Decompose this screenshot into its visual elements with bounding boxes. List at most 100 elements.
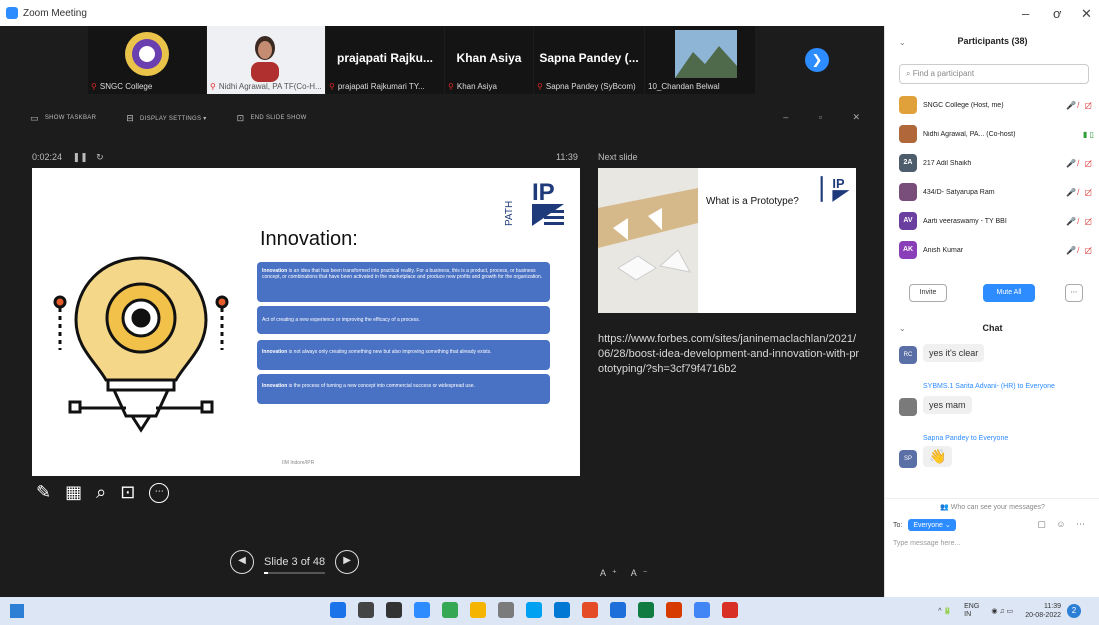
participant-row[interactable]: AK Anish Kumar 🎤̸ ▢̸ <box>899 239 1094 261</box>
mic-video-off-icon[interactable]: 🎤̸ ▢̸ <box>1066 159 1094 168</box>
participant-row[interactable]: 434/D- Satyarupa Ram 🎤̸ ▢̸ <box>899 181 1094 203</box>
definition-box: Innovation is an idea that has been tran… <box>257 262 550 302</box>
reset-timer-icon[interactable]: ↻ <box>96 152 104 162</box>
video-tile[interactable]: prajapati Rajku... ⚲ prajapati Rajkumari … <box>326 26 444 94</box>
ip-path-logo-small: IP <box>820 176 850 202</box>
recipient-dropdown[interactable]: Everyone ⌄ <box>908 519 956 531</box>
zoom-magnifier-icon[interactable]: ⌕ <box>96 482 106 503</box>
pause-timer-icon[interactable]: ❚❚ <box>73 152 88 162</box>
participant-name: Nidhi Agrawal, PA... (Co-host) <box>923 130 1016 138</box>
avatar: 2A <box>899 154 917 172</box>
taskbar-app-icon[interactable] <box>386 602 402 618</box>
taskbar-app-icon[interactable] <box>638 602 654 618</box>
next-page-button[interactable]: ❯ <box>805 48 829 72</box>
participant-row[interactable]: 2A 217 Adil Shaikh 🎤̸ ▢̸ <box>899 152 1094 174</box>
window-title: Zoom Meeting <box>23 7 87 19</box>
taskbar-clock[interactable]: 11:39 20-08-2022 <box>1025 602 1061 620</box>
windows-taskbar: ^ 🔋 ENG IN ◉ ♫ ▭ 11:39 20-08-2022 2 <box>0 597 1099 625</box>
language-indicator[interactable]: ENG IN <box>964 603 979 619</box>
participant-search-input[interactable]: ⌕ Find a participant <box>899 64 1089 84</box>
avatar <box>899 398 917 416</box>
tray-overflow-icon[interactable]: ^ 🔋 <box>938 607 952 615</box>
mute-all-button[interactable]: Mute All <box>983 284 1035 302</box>
taskbar-apps <box>330 602 750 618</box>
next-slide-preview[interactable]: What is a Prototype? IP <box>598 168 856 313</box>
presenter-toolbar: ▭ SHOW TASKBAR ⊟ DISPLAY SETTINGS ▾ ⊡ END S… <box>0 106 884 130</box>
video-tile[interactable]: ⚲ SNGC College <box>88 26 206 94</box>
mic-muted-icon: ⚲ <box>210 82 216 91</box>
see-all-slides-icon[interactable]: ▦ <box>65 482 82 503</box>
mic-video-off-icon[interactable]: 🎤̸ ▢̸ <box>1066 101 1094 110</box>
taskbar-app-icon[interactable] <box>330 602 346 618</box>
restore-button[interactable]: ơ <box>1053 6 1062 21</box>
current-slide: Innovation: Innovation is an idea that h… <box>32 168 580 476</box>
video-on-icon[interactable]: ▮ ▯ <box>1083 130 1094 139</box>
network-volume-icon[interactable]: ◉ ♫ ▭ <box>991 607 1013 615</box>
notification-icon[interactable]: 2 <box>1067 604 1081 618</box>
speaker-notes: https://www.forbes.com/sites/janinemacla… <box>598 333 860 375</box>
slide-tools: ✎ ▦ ⌕ ⊡ ⋯ <box>36 482 170 503</box>
taskbar-app-icon[interactable] <box>610 602 626 618</box>
next-slide-title: What is a Prototype? <box>706 196 799 207</box>
participant-name: SNGC College (Host, me) <box>923 101 1004 109</box>
participants-title: Participants (38) <box>957 36 1028 46</box>
chat-title: Chat <box>982 323 1003 333</box>
screen-black-icon[interactable]: ⊡ <box>120 482 135 503</box>
taskbar-app-icon[interactable] <box>414 602 430 618</box>
avatar <box>899 183 917 201</box>
mic-video-off-icon[interactable]: 🎤̸ ▢̸ <box>1066 188 1094 197</box>
widgets-icon[interactable] <box>10 604 24 618</box>
taskbar-app-icon[interactable] <box>582 602 598 618</box>
show-taskbar-button[interactable]: ▭ SHOW TASKBAR <box>30 113 96 124</box>
next-slide-button[interactable]: ▶ <box>335 550 360 574</box>
title-bar: Zoom Meeting – ơ ✕ <box>0 0 1099 26</box>
video-tile[interactable]: 10_Chandan Belwal <box>645 26 755 94</box>
end-show-icon: ⊡ <box>236 112 245 123</box>
video-tile[interactable]: Sapna Pandey (... ⚲ Sapna Pandey (SyBcom) <box>534 26 644 94</box>
college-logo-icon <box>125 32 169 76</box>
invite-button[interactable]: Invite <box>909 284 947 302</box>
taskbar-app-icon[interactable] <box>442 602 458 618</box>
zoom-window: Zoom Meeting – ơ ✕ ⚲ SNGC College ⚲ Nidhi … <box>0 0 1099 625</box>
taskbar-app-icon[interactable] <box>722 602 738 618</box>
taskbar-app-icon[interactable] <box>554 602 570 618</box>
tile-label: Sapna Pandey (SyBcom) <box>545 82 636 91</box>
elapsed-timer: 0:02:24 ❚❚ ↻ <box>32 152 104 162</box>
participant-row[interactable]: Nidhi Agrawal, PA... (Co-host) ▮ ▯ <box>899 123 1094 145</box>
more-options-icon[interactable]: ⋯ <box>149 482 170 503</box>
taskbar-app-icon[interactable] <box>358 602 374 618</box>
taskbar-app-icon[interactable] <box>666 602 682 618</box>
participant-name: 434/D- Satyarupa Ram <box>923 188 995 196</box>
chat-message-input[interactable]: Type message here... <box>893 540 960 547</box>
minimize-button[interactable]: – <box>1022 6 1029 21</box>
pen-icon[interactable]: ✎ <box>36 482 51 503</box>
previous-slide-button[interactable]: ◀ <box>230 550 254 574</box>
chat-attach-icons[interactable]: ▢ ☺ ⋯ <box>1037 519 1089 530</box>
mic-video-off-icon[interactable]: 🎤̸ ▢̸ <box>1066 217 1094 226</box>
chat-message: yes mam <box>923 396 972 414</box>
chat-message: yes it's clear <box>923 344 985 362</box>
side-panel: ⌄ Participants (38) ⌕ Find a participant… <box>884 26 1099 597</box>
mic-video-off-icon[interactable]: 🎤̸ ▢̸ <box>1066 246 1094 255</box>
taskbar-app-icon[interactable] <box>526 602 542 618</box>
chat-message: 👋 <box>923 446 953 467</box>
svg-text:PATH: PATH <box>504 201 515 226</box>
participant-row[interactable]: SNGC College (Host, me) 🎤̸ ▢̸ <box>899 94 1094 116</box>
zoom-logo-icon <box>6 7 18 19</box>
participant-name: 217 Adil Shaikh <box>923 159 972 167</box>
display-settings-button[interactable]: ⊟ DISPLAY SETTINGS ▾ <box>126 113 206 124</box>
presenter-window-controls[interactable]: – ▫ ✕ <box>783 112 874 123</box>
taskbar-app-icon[interactable] <box>498 602 514 618</box>
taskbar-app-icon[interactable] <box>694 602 710 618</box>
video-tile[interactable]: ⚲ Nidhi Agrawal, PA TF(Co-H... <box>207 26 325 94</box>
close-button[interactable]: ✕ <box>1081 6 1092 22</box>
who-can-see-link[interactable]: 👥 Who can see your messages? <box>885 498 1099 511</box>
font-size-controls[interactable]: A⁺ A⁻ <box>600 568 654 579</box>
taskbar-app-icon[interactable] <box>470 602 486 618</box>
tile-label: prajapati Rajkumari TY... <box>337 82 425 91</box>
more-button[interactable]: ⋯ <box>1065 284 1083 302</box>
landscape-photo-icon <box>675 30 737 78</box>
video-tile[interactable]: Khan Asiya ⚲ Khan Asiya <box>445 26 533 94</box>
participant-row[interactable]: AV Aarti veeraswamy - TY BBI 🎤̸ ▢̸ <box>899 210 1094 232</box>
end-slide-show-button[interactable]: ⊡ END SLIDE SHOW <box>237 113 307 124</box>
